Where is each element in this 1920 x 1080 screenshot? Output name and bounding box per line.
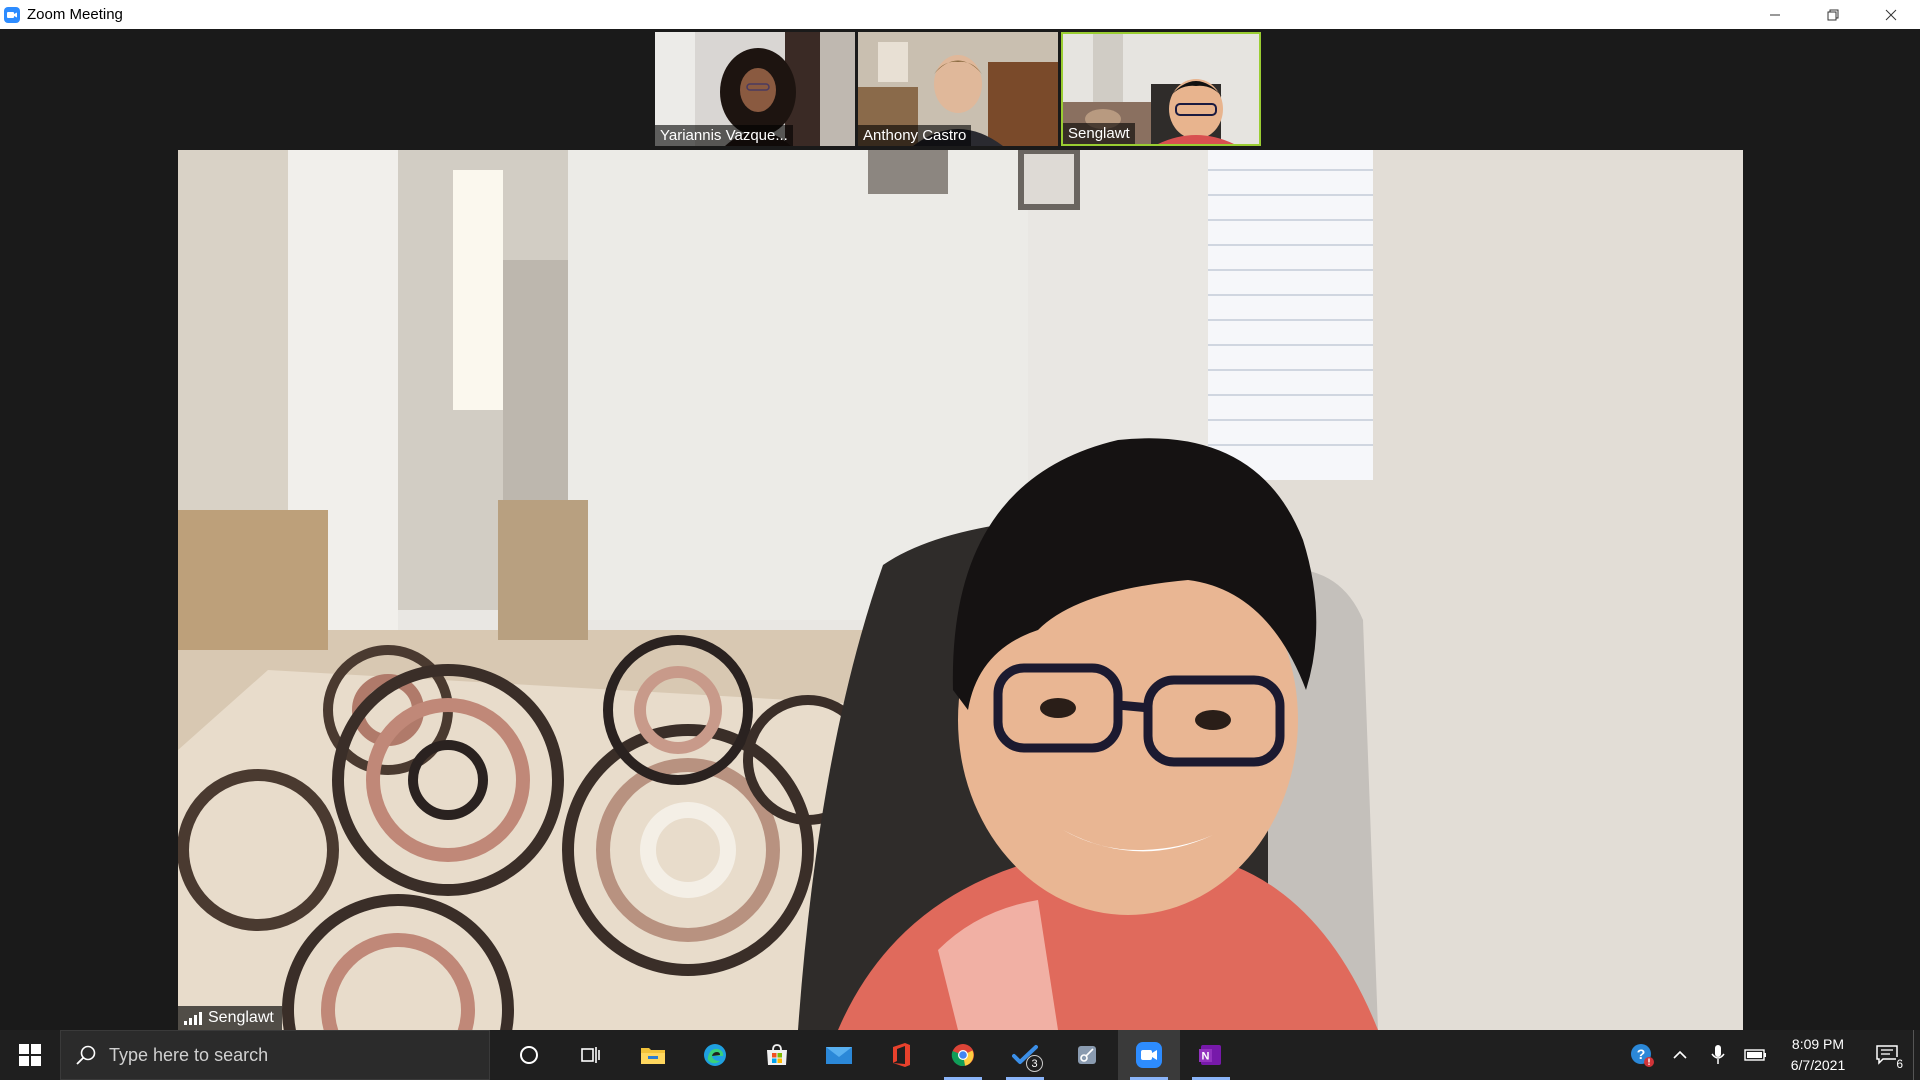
edge-button[interactable] [684, 1030, 746, 1080]
taskbar-clock[interactable]: 8:09 PM 6/7/2021 [1775, 1034, 1861, 1076]
onenote-button[interactable]: N [1180, 1030, 1242, 1080]
clock-time: 8:09 PM [1791, 1036, 1845, 1052]
active-speaker-video[interactable]: Senglawt [178, 150, 1743, 1030]
speaker-name: Senglawt [208, 1009, 274, 1026]
minimize-button[interactable] [1746, 0, 1804, 29]
participant-thumbnail[interactable]: Anthony Castro [858, 32, 1058, 146]
mail-button[interactable] [808, 1030, 870, 1080]
start-button[interactable] [0, 1030, 60, 1080]
office-icon [893, 1043, 910, 1067]
clock-date: 6/7/2021 [1790, 1057, 1846, 1073]
system-tray: ? 8:09 PM 6/7/2021 6 [1623, 1030, 1920, 1080]
help-button[interactable]: ? [1623, 1030, 1661, 1080]
zoom-camera-icon [4, 6, 20, 23]
office-button[interactable] [870, 1030, 932, 1080]
microphone-icon [1711, 1045, 1725, 1064]
restore-button[interactable] [1804, 0, 1862, 29]
participant-strip: Yariannis Vazque... Anthony Castro Sengl… [655, 32, 1261, 146]
meeting-area: Yariannis Vazque... Anthony Castro Sengl… [0, 29, 1920, 1030]
restore-icon [1827, 9, 1839, 20]
cortana-icon [520, 1046, 538, 1064]
snip-tool-icon [1078, 1046, 1096, 1064]
taskbar-search-box[interactable]: Type here to search [60, 1030, 490, 1080]
search-icon [76, 1045, 96, 1065]
signal-strength-icon [184, 1011, 202, 1025]
chrome-button[interactable] [932, 1030, 994, 1080]
window-titlebar: Zoom Meeting [0, 0, 1920, 29]
window-title: Zoom Meeting [27, 6, 123, 23]
onenote-icon: N [1199, 1045, 1221, 1065]
close-icon [1885, 9, 1897, 20]
microsoft-store-icon [767, 1044, 787, 1065]
speaker-video-feed [178, 150, 1743, 1030]
task-view-button[interactable] [560, 1030, 622, 1080]
chrome-icon [951, 1044, 974, 1067]
cortana-button[interactable] [498, 1030, 560, 1080]
speaker-name-tag: Senglawt [178, 1006, 282, 1030]
battery-button[interactable] [1737, 1030, 1775, 1080]
participant-name: Anthony Castro [858, 125, 972, 146]
notification-count: 6 [1896, 1057, 1903, 1071]
participant-thumbnail[interactable]: Yariannis Vazque... [655, 32, 855, 146]
action-center-button[interactable]: 6 [1861, 1030, 1913, 1080]
svg-text:N: N [1202, 1051, 1210, 1063]
file-explorer-button[interactable] [622, 1030, 684, 1080]
chevron-up-icon [1673, 1050, 1687, 1059]
todo-button[interactable]: 3 [994, 1030, 1056, 1080]
svg-text:?: ? [1637, 1046, 1646, 1062]
file-explorer-icon [641, 1048, 665, 1064]
windows-logo-icon [19, 1044, 41, 1066]
zoom-button[interactable] [1118, 1030, 1180, 1080]
close-button[interactable] [1862, 0, 1920, 29]
microsoft-store-button[interactable] [746, 1030, 808, 1080]
help-icon: ? [1631, 1044, 1654, 1067]
show-desktop-button[interactable] [1913, 1030, 1920, 1080]
mail-icon [826, 1047, 852, 1064]
task-view-icon [581, 1047, 600, 1063]
show-hidden-icons-button[interactable] [1661, 1030, 1699, 1080]
search-placeholder: Type here to search [109, 1044, 269, 1065]
snip-tool-button[interactable] [1056, 1030, 1118, 1080]
todo-badge: 3 [1026, 1055, 1043, 1072]
battery-icon [1744, 1049, 1766, 1061]
participant-name: Senglawt [1063, 123, 1135, 144]
participant-name: Yariannis Vazque... [655, 125, 793, 146]
participant-thumbnail-active[interactable]: Senglawt [1061, 32, 1261, 146]
minimize-icon [1770, 14, 1780, 15]
edge-icon [704, 1044, 726, 1066]
zoom-icon [1136, 1042, 1162, 1068]
microphone-button[interactable] [1699, 1030, 1737, 1080]
windows-taskbar: Type here to search 3 N ? 8:09 PM 6/7/20… [0, 1030, 1920, 1080]
